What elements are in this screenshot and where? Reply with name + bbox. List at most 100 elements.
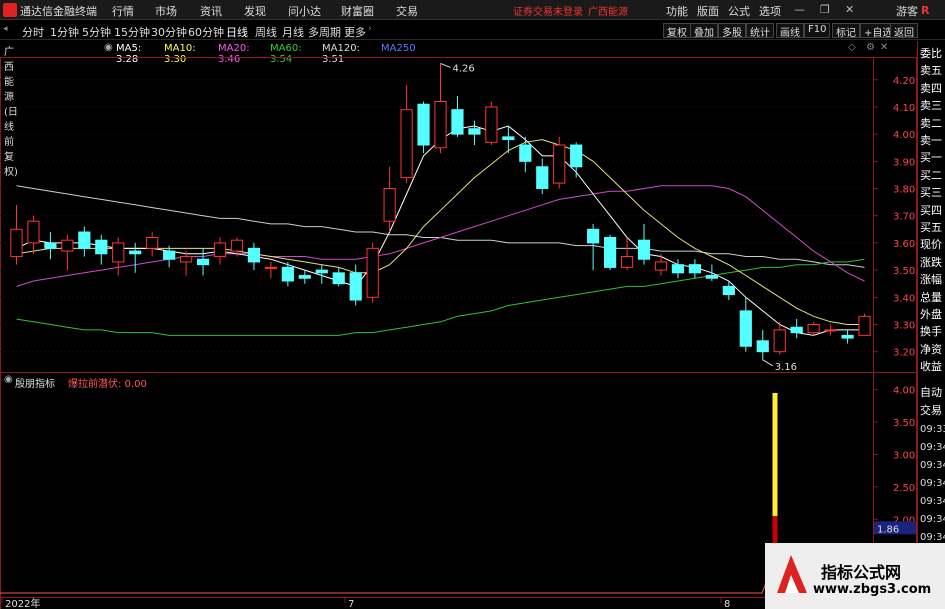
sidebar-item[interactable]: 外盘 xyxy=(920,308,942,321)
candle-body xyxy=(315,269,328,274)
candle-body xyxy=(61,239,74,252)
candle-body xyxy=(179,256,193,263)
sidebar-item[interactable]: 卖二 xyxy=(920,117,942,130)
candle-body xyxy=(604,236,617,268)
sidebar-item[interactable]: 委比 xyxy=(920,47,942,60)
candle-body xyxy=(95,239,108,255)
sidebar-item[interactable]: 净资 xyxy=(920,343,942,356)
sidebar-item[interactable]: 买一 xyxy=(920,151,942,164)
candle-body xyxy=(553,144,566,184)
candle-body xyxy=(756,340,769,353)
candle-body xyxy=(298,275,311,279)
candle-body xyxy=(824,329,837,332)
y-tick-label: 3.40 xyxy=(893,293,915,304)
watermark-logo-icon xyxy=(771,549,813,602)
sidebar-item[interactable]: 现价 xyxy=(920,238,942,251)
high-marker xyxy=(440,62,451,68)
candle-body xyxy=(485,106,498,143)
trade-time: 09:34 xyxy=(920,442,945,453)
ind-y-tick-label: 3.50 xyxy=(893,418,915,429)
candle-body xyxy=(417,103,430,146)
current-value-label: 1.86 xyxy=(877,524,899,535)
candle-body xyxy=(10,228,23,258)
y-tick-label: 3.90 xyxy=(893,157,915,168)
sidebar-item[interactable]: 涨跌 xyxy=(920,256,942,269)
x-tick-label: 8 xyxy=(724,599,730,609)
y-tick-label: 3.20 xyxy=(893,348,915,359)
trade-time: 09:34 xyxy=(920,514,945,525)
candle-body xyxy=(78,231,91,249)
watermark-line1: 指标公式网 xyxy=(821,563,902,582)
candle-body xyxy=(434,101,447,149)
candle-body xyxy=(383,188,396,222)
candle-body xyxy=(790,326,803,334)
sidebar-item[interactable]: 涨幅 xyxy=(920,273,942,286)
trade-time: 09:34 xyxy=(920,460,945,471)
trade-time: 09:34 xyxy=(920,478,945,489)
candle-body xyxy=(519,144,532,162)
y-tick-label: 3.30 xyxy=(893,320,915,331)
low-marker xyxy=(762,359,774,367)
ind-y-tick-label: 3.00 xyxy=(893,450,915,461)
sidebar-item[interactable]: 卖一 xyxy=(920,134,942,147)
candle-body xyxy=(332,272,345,285)
low-label: 3.16 xyxy=(775,362,797,373)
candle-body xyxy=(129,250,142,255)
candle-body xyxy=(807,323,820,334)
sidebar-item[interactable]: 收益 xyxy=(920,360,942,373)
ma10-line xyxy=(16,139,865,325)
trade-time: 09:34 xyxy=(920,496,945,507)
sidebar-item[interactable]: 交易 xyxy=(920,404,942,417)
watermark-line2: www.zbgs3.com xyxy=(813,582,932,597)
sidebar-item[interactable]: 卖三 xyxy=(920,99,942,112)
candle-body xyxy=(400,109,413,179)
candle-body xyxy=(163,250,176,260)
candle-body xyxy=(27,220,40,244)
sidebar-item[interactable]: 总量 xyxy=(920,291,942,304)
candle-body xyxy=(247,247,261,263)
candle-body xyxy=(654,261,668,271)
ma5-line xyxy=(16,125,865,336)
quote-sidebar: 委比卖五卖四卖三卖二卖一买一买二买三买四买五现价涨跌涨幅总量外盘换手净资收益自动… xyxy=(917,41,945,609)
indicator-bar-yellow xyxy=(772,392,778,517)
indicator-line xyxy=(0,559,777,594)
candle-body xyxy=(587,228,600,244)
indicator-name: 殷朋指标 xyxy=(15,379,55,390)
candle-body xyxy=(146,236,159,249)
sidebar-item[interactable]: 买四 xyxy=(920,204,942,217)
candle-body xyxy=(722,285,735,296)
candle-body xyxy=(671,264,685,274)
sidebar-item[interactable]: 卖四 xyxy=(920,82,942,95)
y-tick-label: 4.10 xyxy=(893,103,915,114)
ind-y-tick-label: 4.00 xyxy=(893,386,915,397)
high-label: 4.26 xyxy=(453,63,475,74)
candle-body xyxy=(858,315,871,336)
sidebar-item[interactable]: 买三 xyxy=(920,186,942,199)
indicator-value: 爆拉前潜伏: 0.00 xyxy=(68,379,147,390)
sidebar-item[interactable]: 买五 xyxy=(920,221,942,234)
sidebar-item[interactable]: 自动 xyxy=(920,386,942,399)
indicator-settings-icon[interactable]: ◉ xyxy=(4,374,13,385)
ma120-line xyxy=(16,185,865,268)
candle-body xyxy=(536,166,549,190)
y-tick-label: 3.50 xyxy=(893,266,915,277)
sidebar-item[interactable]: 卖五 xyxy=(920,64,942,77)
sidebar-item[interactable]: 买二 xyxy=(920,169,942,182)
candle-body xyxy=(230,239,244,252)
candle-body xyxy=(620,256,634,268)
candle-body xyxy=(44,242,57,249)
y-tick-label: 3.70 xyxy=(893,212,915,223)
candle-body xyxy=(502,136,515,141)
watermark: 指标公式网 www.zbgs3.com xyxy=(765,543,945,609)
x-tick-label: 7 xyxy=(348,599,354,609)
ind-y-tick-label: 2.50 xyxy=(893,483,915,494)
y-tick-label: 4.00 xyxy=(893,130,915,141)
candle-body xyxy=(739,310,752,347)
x-tick-label: 2022年 xyxy=(5,597,40,609)
sidebar-item[interactable]: 换手 xyxy=(920,325,942,338)
candle-body xyxy=(468,128,481,135)
chart-canvas[interactable]: 4.20 4.10 4.00 3.90 3.80 3.70 3.60 3.50 3.40 3.30… xyxy=(0,0,945,609)
candle-body xyxy=(213,242,227,258)
candle-body xyxy=(264,266,277,269)
candle-body xyxy=(773,329,786,353)
